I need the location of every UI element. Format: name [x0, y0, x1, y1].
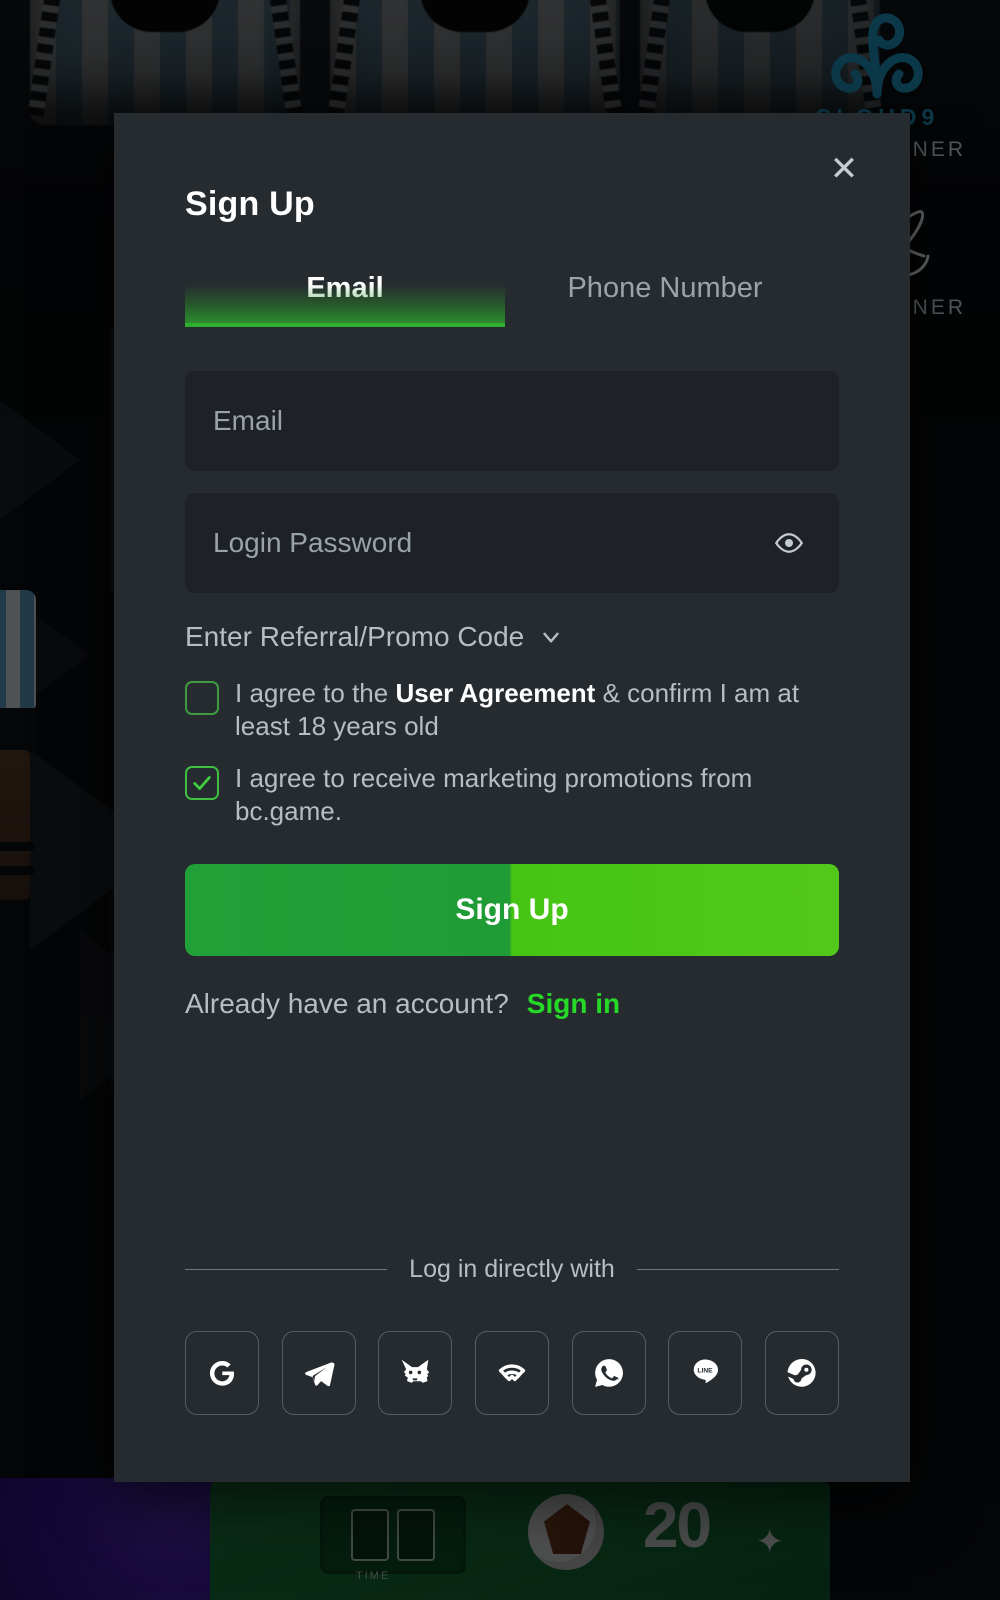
password-input[interactable]	[213, 527, 767, 559]
social-login-buttons: LINE	[185, 1331, 839, 1415]
line-icon: LINE	[694, 1359, 719, 1383]
social-login-steam[interactable]	[764, 1331, 839, 1415]
signup-method-tabs: Email Phone Number	[185, 272, 839, 327]
social-login-line[interactable]: LINE	[668, 1331, 743, 1415]
marketing-promotions-checkbox[interactable]	[185, 765, 219, 800]
social-login-metamask[interactable]	[378, 1331, 453, 1415]
social-login-walletconnect[interactable]	[474, 1331, 549, 1415]
user-agreement-label: I agree to the User Agreement & confirm …	[235, 677, 839, 744]
chevron-down-icon	[538, 624, 564, 650]
close-icon[interactable]: ✕	[822, 147, 866, 191]
social-login-whatsapp[interactable]	[571, 1331, 646, 1415]
agreement-checkbox-row[interactable]: I agree to the User Agreement & confirm …	[185, 677, 839, 744]
user-agreement-checkbox[interactable]	[185, 681, 219, 715]
tab-phone-number[interactable]: Phone Number	[505, 272, 825, 327]
signup-modal: ✕ Sign Up Email Phone Number Ent	[114, 113, 910, 1482]
signup-submit-button[interactable]: Sign Up	[185, 864, 839, 957]
signin-prompt-row: Already have an account? Sign in	[185, 988, 839, 1020]
tab-email[interactable]: Email	[185, 272, 505, 327]
divider-line-left	[185, 1269, 388, 1270]
social-login-google[interactable]	[185, 1331, 259, 1415]
social-login-telegram[interactable]	[281, 1331, 356, 1415]
whatsapp-icon	[594, 1359, 623, 1387]
telegram-icon	[304, 1362, 335, 1387]
app-screen: CLOUD9 PARTNER PARTNER TIME 20 ✦ ✕ Sign …	[0, 0, 1000, 1600]
google-icon	[209, 1360, 235, 1386]
referral-promo-label: Enter Referral/Promo Code	[185, 621, 525, 652]
email-field-wrapper	[185, 371, 839, 471]
referral-promo-toggle[interactable]: Enter Referral/Promo Code	[185, 621, 564, 653]
check-icon	[193, 775, 211, 790]
social-login-divider: Log in directly with	[185, 1255, 839, 1284]
user-agreement-link[interactable]: User Agreement	[395, 678, 595, 708]
password-field-wrapper	[185, 493, 839, 593]
page-title: Sign Up	[185, 185, 315, 223]
signin-link[interactable]: Sign in	[527, 988, 620, 1020]
divider-line-right	[636, 1269, 839, 1270]
marketing-promotions-label: I agree to receive marketing promotions …	[235, 762, 753, 826]
svg-text:LINE: LINE	[698, 1368, 714, 1375]
signin-prompt-text: Already have an account?	[185, 988, 509, 1020]
marketing-checkbox-row[interactable]: I agree to receive marketing promotions …	[185, 762, 839, 829]
agreement-text-before: I agree to the	[235, 678, 396, 708]
email-input[interactable]	[213, 405, 811, 437]
steam-icon	[787, 1358, 816, 1387]
walletconnect-icon	[498, 1364, 526, 1382]
metamask-fox-icon	[401, 1359, 430, 1383]
divider-label: Log in directly with	[409, 1255, 615, 1283]
eye-icon[interactable]	[767, 521, 811, 565]
